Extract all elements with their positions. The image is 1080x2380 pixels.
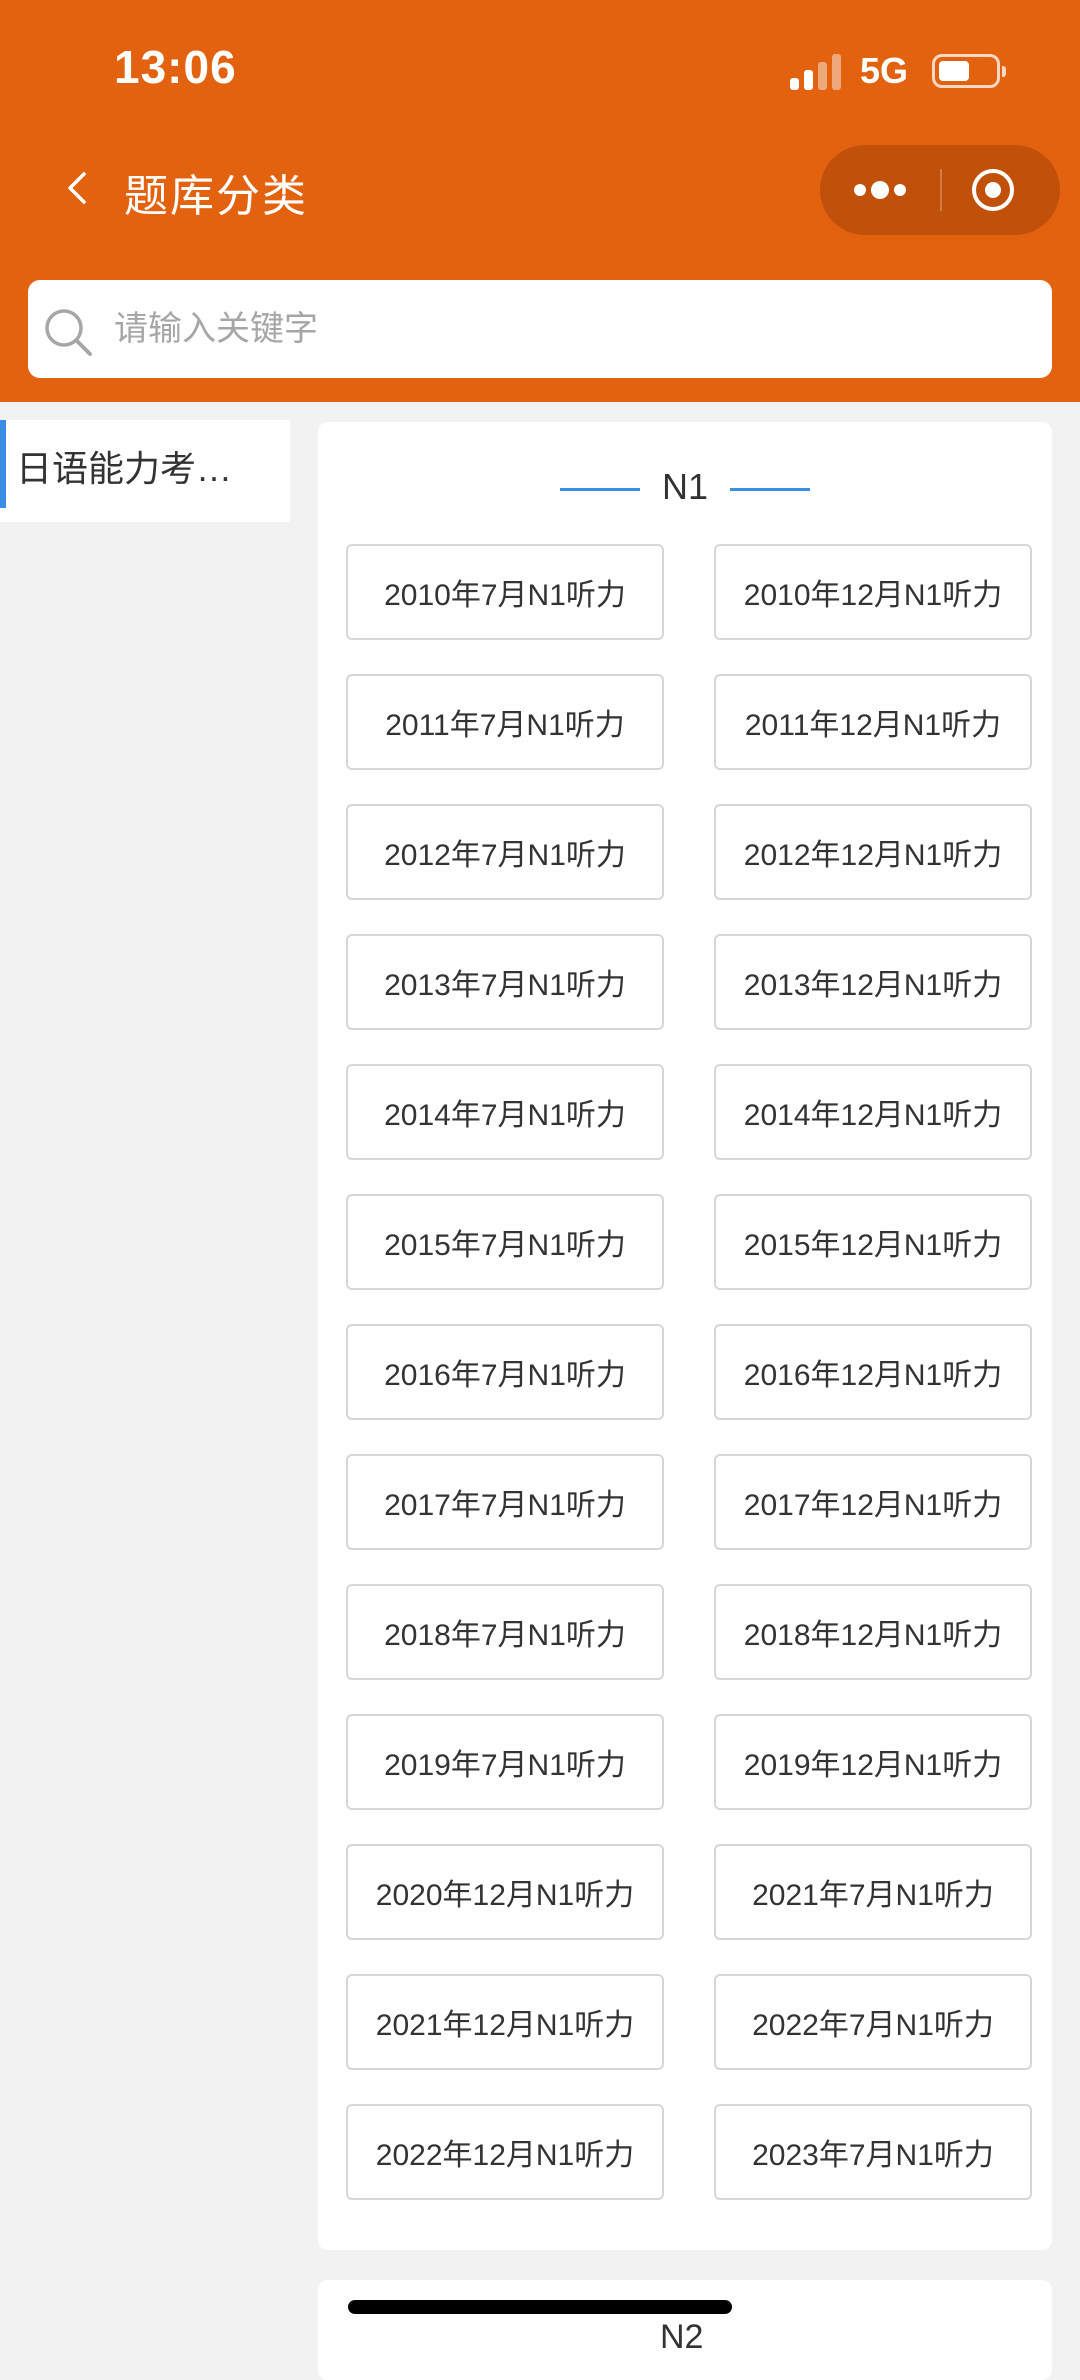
exam-item-button[interactable]: 2016年7月N1听力 bbox=[346, 1324, 664, 1420]
exam-item-button[interactable]: 2018年7月N1听力 bbox=[346, 1584, 664, 1680]
section-card-n1: N1 2010年7月N1听力 2010年12月N1听力 2011年7月N1听力 201… bbox=[318, 422, 1052, 2250]
sidebar-item-jlpt[interactable]: 日语能力考… bbox=[0, 420, 290, 522]
page-title: 题库分类 bbox=[124, 172, 308, 221]
section-title: N1 bbox=[661, 466, 709, 507]
status-bar: 13:06 5G bbox=[0, 0, 1080, 140]
exam-item-button[interactable]: 2013年7月N1听力 bbox=[346, 934, 664, 1030]
exam-item-button[interactable]: 2014年12月N1听力 bbox=[714, 1064, 1032, 1160]
header-divider-left bbox=[560, 488, 640, 491]
signal-icon bbox=[790, 54, 842, 90]
exam-item-button[interactable]: 2019年7月N1听力 bbox=[346, 1714, 664, 1810]
miniprogram-capsule bbox=[820, 145, 1060, 235]
search-input[interactable] bbox=[114, 280, 1034, 378]
exam-item-button[interactable]: 2015年12月N1听力 bbox=[714, 1194, 1032, 1290]
section-title: N2 bbox=[660, 2318, 704, 2356]
search-icon bbox=[45, 309, 92, 356]
section-card-n2: N2 bbox=[318, 2280, 1052, 2380]
exam-item-button[interactable]: 2023年7月N1听力 bbox=[714, 2104, 1032, 2200]
active-indicator bbox=[0, 420, 6, 508]
header-divider-right bbox=[730, 488, 810, 491]
target-icon[interactable] bbox=[970, 167, 1016, 213]
exam-item-button[interactable]: 2012年7月N1听力 bbox=[346, 804, 664, 900]
exam-item-button[interactable]: 2015年7月N1听力 bbox=[346, 1194, 664, 1290]
exam-item-button[interactable]: 2010年12月N1听力 bbox=[714, 544, 1032, 640]
exam-item-button[interactable]: 2017年12月N1听力 bbox=[714, 1454, 1032, 1550]
network-type: 5G bbox=[860, 50, 909, 91]
capsule-divider bbox=[940, 169, 942, 211]
battery-icon bbox=[932, 54, 1006, 88]
exam-item-button[interactable]: 2020年12月N1听力 bbox=[346, 1844, 664, 1940]
exam-item-button[interactable]: 2012年12月N1听力 bbox=[714, 804, 1032, 900]
exam-item-button[interactable]: 2016年12月N1听力 bbox=[714, 1324, 1032, 1420]
exam-item-button[interactable]: 2011年7月N1听力 bbox=[346, 674, 664, 770]
section-header: N1 bbox=[318, 462, 1052, 512]
home-indicator bbox=[348, 2300, 732, 2314]
category-sidebar: 日语能力考… bbox=[0, 402, 290, 2337]
exam-item-button[interactable]: 2017年7月N1听力 bbox=[346, 1454, 664, 1550]
nav-bar: 题库分类 bbox=[0, 140, 1080, 240]
status-time: 13:06 bbox=[114, 41, 237, 93]
chevron-left-icon[interactable] bbox=[58, 168, 98, 208]
exam-item-button[interactable]: 2019年12月N1听力 bbox=[714, 1714, 1032, 1810]
search-box bbox=[28, 280, 1052, 378]
sidebar-item-label: 日语能力考… bbox=[16, 448, 233, 489]
exam-item-button[interactable]: 2010年7月N1听力 bbox=[346, 544, 664, 640]
exam-item-button[interactable]: 2021年12月N1听力 bbox=[346, 1974, 664, 2070]
app-header: 13:06 5G 题库分类 bbox=[0, 0, 1080, 402]
more-dots-icon[interactable] bbox=[850, 170, 910, 210]
exam-item-button[interactable]: 2014年7月N1听力 bbox=[346, 1064, 664, 1160]
exam-item-button[interactable]: 2021年7月N1听力 bbox=[714, 1844, 1032, 1940]
exam-item-button[interactable]: 2018年12月N1听力 bbox=[714, 1584, 1032, 1680]
exam-item-button[interactable]: 2011年12月N1听力 bbox=[714, 674, 1032, 770]
exam-item-button[interactable]: 2022年12月N1听力 bbox=[346, 2104, 664, 2200]
exam-item-button[interactable]: 2022年7月N1听力 bbox=[714, 1974, 1032, 2070]
exam-item-button[interactable]: 2013年12月N1听力 bbox=[714, 934, 1032, 1030]
